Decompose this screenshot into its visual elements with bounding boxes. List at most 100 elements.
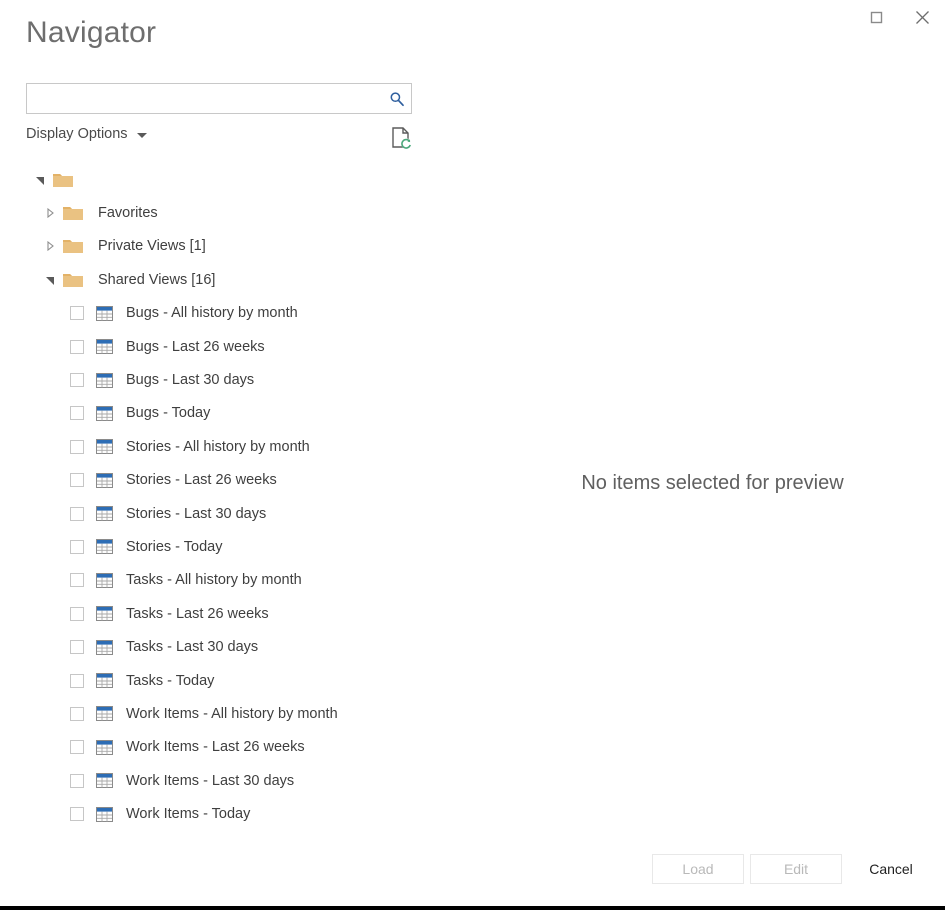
table-icon <box>96 439 113 455</box>
preview-pane: No items selected for preview <box>480 163 945 803</box>
close-icon <box>915 10 929 24</box>
tree-node-label: Favorites <box>98 205 158 222</box>
collapsed-twisty-icon[interactable] <box>42 205 58 221</box>
view-item-label: Bugs - All history by month <box>126 305 298 322</box>
tree-node-label: Shared Views [16] <box>98 271 216 288</box>
view-list-item[interactable]: Tasks - All history by month <box>0 564 480 597</box>
view-list-item[interactable]: Bugs - Last 26 weeks <box>0 330 480 363</box>
table-icon <box>96 305 113 321</box>
view-list-item[interactable]: Tasks - Today <box>0 664 480 697</box>
collapsed-twisty-icon[interactable] <box>42 238 58 254</box>
view-list-item[interactable]: Work Items - All history by month <box>0 697 480 730</box>
search-icon[interactable] <box>383 84 411 113</box>
view-item-checkbox[interactable] <box>70 473 84 488</box>
folder-icon <box>62 237 84 255</box>
table-icon <box>96 639 113 655</box>
view-item-checkbox[interactable] <box>70 740 84 755</box>
chevron-down-icon <box>136 133 147 138</box>
view-item-checkbox[interactable] <box>70 373 84 388</box>
tree-node-label: Private Views [1] <box>98 238 206 255</box>
window-controls <box>853 0 945 34</box>
view-list-item[interactable]: Work Items - Last 26 weeks <box>0 731 480 764</box>
view-item-checkbox[interactable] <box>70 573 84 588</box>
close-button[interactable] <box>899 1 945 33</box>
maximize-button[interactable] <box>853 1 899 33</box>
table-icon <box>96 339 113 355</box>
tree-node-root[interactable] <box>0 163 480 196</box>
cancel-button[interactable]: Cancel <box>852 854 930 884</box>
expanded-twisty-icon[interactable] <box>32 172 48 188</box>
view-item-checkbox[interactable] <box>70 706 84 721</box>
edit-button[interactable]: Edit <box>750 854 842 884</box>
folder-icon <box>62 271 84 289</box>
view-item-checkbox[interactable] <box>70 807 84 822</box>
folder-icon <box>62 204 84 222</box>
view-item-checkbox[interactable] <box>70 439 84 454</box>
table-icon <box>96 706 113 722</box>
folder-icon <box>52 171 74 189</box>
table-icon <box>96 506 113 522</box>
view-list: Bugs - All history by month Bugs - Last 2… <box>0 297 480 831</box>
view-list-item[interactable]: Bugs - Last 30 days <box>0 363 480 396</box>
load-button[interactable]: Load <box>652 854 744 884</box>
view-item-label: Tasks - Last 30 days <box>126 639 259 656</box>
search-input[interactable] <box>27 84 383 113</box>
table-icon <box>96 372 113 388</box>
view-item-label: Work Items - Today <box>126 806 251 823</box>
view-item-checkbox[interactable] <box>70 506 84 521</box>
view-list-item[interactable]: Work Items - Last 30 days <box>0 764 480 797</box>
view-item-label: Stories - Today <box>126 538 223 555</box>
navigator-tree: Favorites Private Views [1] Shared Views… <box>0 163 480 831</box>
view-item-label: Bugs - Last 30 days <box>126 372 255 389</box>
view-item-checkbox[interactable] <box>70 539 84 554</box>
view-list-item[interactable]: Bugs - All history by month <box>0 297 480 330</box>
view-item-checkbox[interactable] <box>70 406 84 421</box>
table-icon <box>96 806 113 822</box>
view-item-label: Bugs - Last 26 weeks <box>126 338 265 355</box>
table-icon <box>96 539 113 555</box>
table-icon <box>96 472 113 488</box>
view-item-label: Work Items - Last 30 days <box>126 772 295 789</box>
display-options-label: Display Options <box>26 126 128 142</box>
table-icon <box>96 773 113 789</box>
dialog-footer: Load Edit Cancel <box>0 854 945 888</box>
document-refresh-icon[interactable] <box>388 124 414 152</box>
view-item-label: Bugs - Today <box>126 405 211 422</box>
table-icon <box>96 673 113 689</box>
view-list-item[interactable]: Stories - Last 26 weeks <box>0 464 480 497</box>
display-options-dropdown[interactable]: Display Options <box>26 126 147 142</box>
view-list-item[interactable]: Tasks - Last 26 weeks <box>0 597 480 630</box>
view-list-item[interactable]: Stories - All history by month <box>0 430 480 463</box>
view-item-label: Work Items - Last 26 weeks <box>126 739 305 756</box>
table-icon <box>96 606 113 622</box>
maximize-icon <box>870 11 882 23</box>
view-item-checkbox[interactable] <box>70 606 84 621</box>
view-list-item[interactable]: Stories - Last 30 days <box>0 497 480 530</box>
tree-node-private-views[interactable]: Private Views [1] <box>0 230 480 263</box>
view-item-checkbox[interactable] <box>70 339 84 354</box>
view-item-label: Tasks - Today <box>126 672 215 689</box>
preview-empty-message: No items selected for preview <box>581 471 844 494</box>
view-list-item[interactable]: Work Items - Today <box>0 797 480 830</box>
navigator-dialog: Navigator Display Options Favorites Priv… <box>0 0 945 910</box>
view-item-checkbox[interactable] <box>70 306 84 321</box>
view-item-checkbox[interactable] <box>70 640 84 655</box>
view-item-label: Tasks - All history by month <box>126 572 302 589</box>
view-item-label: Work Items - All history by month <box>126 705 338 722</box>
view-item-label: Stories - Last 30 days <box>126 505 267 522</box>
page-title: Navigator <box>26 16 157 49</box>
view-item-label: Stories - All history by month <box>126 438 310 455</box>
view-list-item[interactable]: Tasks - Last 30 days <box>0 630 480 663</box>
table-icon <box>96 405 113 421</box>
view-list-item[interactable]: Bugs - Today <box>0 397 480 430</box>
search-box[interactable] <box>26 83 412 114</box>
view-item-label: Stories - Last 26 weeks <box>126 472 277 489</box>
tree-node-shared-views[interactable]: Shared Views [16] <box>0 263 480 296</box>
expanded-twisty-icon[interactable] <box>42 272 58 288</box>
view-list-item[interactable]: Stories - Today <box>0 530 480 563</box>
view-item-checkbox[interactable] <box>70 773 84 788</box>
view-item-label: Tasks - Last 26 weeks <box>126 605 269 622</box>
tree-node-favorites[interactable]: Favorites <box>0 196 480 229</box>
view-item-checkbox[interactable] <box>70 673 84 688</box>
table-icon <box>96 572 113 588</box>
